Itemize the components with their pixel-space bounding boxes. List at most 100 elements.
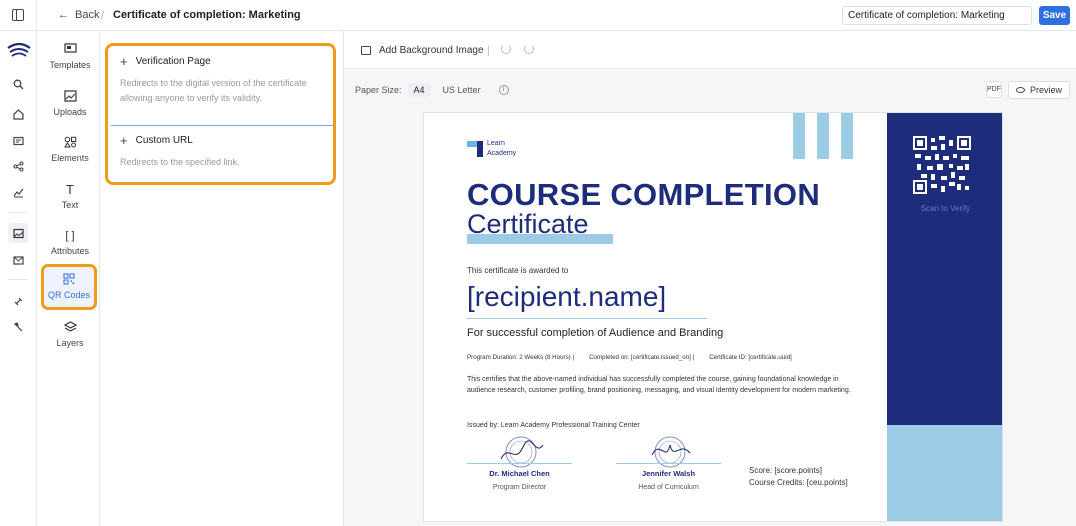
recipient-name[interactable]: [recipient.name]: [467, 281, 666, 313]
signatory-name: Jennifer Walsh: [641, 469, 696, 478]
paper-option-us-letter[interactable]: US Letter: [437, 83, 487, 97]
panel-toggle-icon[interactable]: [12, 9, 24, 21]
side-panel-light: [887, 425, 1002, 521]
add-background-button[interactable]: Add Background Image: [361, 45, 484, 56]
search-icon[interactable]: [10, 76, 26, 92]
top-bar-divider: [36, 0, 37, 31]
tool-text[interactable]: T Text: [41, 181, 99, 223]
brand-logo: [7, 42, 31, 57]
tool-label: Templates: [49, 60, 91, 70]
tool-label: Uploads: [53, 107, 87, 117]
tool-label: Text: [61, 200, 79, 210]
logo-line: Academy: [487, 150, 517, 157]
page-title: Certificate of completion: Marketing: [113, 9, 301, 21]
rail-divider: [8, 212, 28, 213]
top-bar: ← Back / Certificate of completion: Mark…: [0, 0, 1076, 31]
certificate-body[interactable]: This certifies that the above-named indi…: [467, 375, 867, 397]
awarded-text[interactable]: This certificate is awarded to: [467, 266, 568, 275]
uploads-icon: [62, 90, 78, 104]
tool-layers[interactable]: Layers: [41, 319, 99, 361]
tool-uploads[interactable]: Uploads: [41, 88, 99, 130]
canvas-toolbar: Add Background Image: [344, 31, 1076, 69]
paper-size-label: Paper Size:: [355, 85, 402, 95]
option-description: Redirects to the specified link.: [120, 157, 240, 167]
elements-icon: [62, 136, 78, 150]
score-block[interactable]: Score: [score.points] Course Credits: [c…: [749, 465, 848, 489]
meta-id: Certificate ID: [certificate.uuid]: [709, 354, 792, 361]
tool-elements[interactable]: Elements: [41, 134, 99, 176]
signature-line: [616, 463, 721, 464]
custom-url-option[interactable]: + Custom URL Redirects to the specified …: [111, 127, 333, 182]
preview-button[interactable]: Preview: [1008, 81, 1070, 99]
success-line[interactable]: For successful completion of Audience an…: [467, 327, 723, 339]
back-button[interactable]: ← Back: [58, 9, 99, 21]
plus-icon: +: [120, 53, 128, 69]
signature-line: [467, 463, 572, 464]
scan-to-verify-text: Scan to Verify: [920, 204, 971, 213]
home-icon[interactable]: [10, 106, 26, 122]
breadcrumb-separator: /: [101, 8, 105, 22]
add-background-label: Add Background Image: [379, 45, 484, 56]
signatory-role: Head of Curriculum: [638, 484, 699, 491]
option-title: Custom URL: [135, 135, 193, 146]
image-icon: [361, 46, 371, 55]
eye-icon: [1015, 87, 1025, 93]
network-icon[interactable]: [10, 158, 26, 174]
tools-panel: Templates Uploads Elements T Text [ ] At…: [37, 31, 136, 526]
toolbar-divider: [488, 45, 489, 56]
meta-duration: Program Duration: 2 Weeks (8 Hours) |: [467, 354, 575, 361]
verification-page-option[interactable]: + Verification Page Redirects to the dig…: [111, 48, 333, 126]
rail-divider: [8, 279, 28, 280]
undo-icon[interactable]: [501, 44, 511, 54]
canvas-area: Add Background Image Paper Size: A4 US L…: [344, 31, 1076, 526]
logo-line: Learn: [487, 140, 505, 147]
image-icon[interactable]: [8, 223, 28, 243]
meta-completed: Completed on: [certificate.issued_on] |: [589, 354, 695, 361]
signatory-name: Dr. Michael Chen: [489, 469, 550, 478]
option-description: Redirects to the digital version of the …: [120, 78, 307, 103]
integrations-icon[interactable]: [10, 293, 26, 309]
qr-code-image[interactable]: [913, 136, 971, 194]
score-text: Score: [score.points]: [749, 466, 822, 475]
tools-icon[interactable]: [10, 319, 26, 335]
paper-size-selector: Paper Size: A4 US Letter i: [355, 83, 509, 97]
decor-bar: [841, 113, 853, 159]
paper-option-a4[interactable]: A4: [407, 83, 431, 97]
decor-bar: [817, 113, 829, 159]
app-rail: [0, 31, 37, 526]
issued-by-text[interactable]: Issued by: Learn Academy Professional Tr…: [467, 422, 640, 429]
tool-attributes[interactable]: [ ] Attributes: [41, 227, 99, 269]
analytics-icon[interactable]: [10, 184, 26, 200]
certificate-canvas[interactable]: Scan to Verify Learn Academy COURSE COMP…: [423, 112, 1003, 522]
pdf-export-icon[interactable]: PDF: [986, 81, 1002, 98]
certificate-name-input[interactable]: [842, 6, 1032, 25]
qr-code-icon: [61, 273, 77, 287]
recipient-underline: [467, 318, 707, 319]
tool-label: Elements: [51, 153, 89, 163]
tool-templates[interactable]: Templates: [41, 41, 99, 83]
tool-qr-codes[interactable]: QR Codes: [41, 264, 97, 310]
signature-block[interactable]: Dr. Michael Chen Program Director: [467, 435, 577, 495]
plus-icon: +: [120, 132, 128, 148]
tool-label: Attributes: [50, 246, 90, 256]
mail-icon[interactable]: [10, 252, 26, 268]
courses-icon[interactable]: [10, 133, 26, 149]
qr-options-group: + Verification Page Redirects to the dig…: [105, 43, 336, 185]
qr-options-panel: + Verification Page Redirects to the dig…: [100, 31, 344, 526]
option-title: Verification Page: [135, 56, 211, 67]
certificate-meta[interactable]: Program Duration: 2 Weeks (8 Hours) | Co…: [467, 354, 792, 361]
info-icon[interactable]: i: [498, 85, 509, 95]
preview-label: Preview: [1029, 85, 1062, 95]
certificate-title[interactable]: COURSE COMPLETION: [467, 177, 820, 213]
certificate-subtitle[interactable]: Certificate: [467, 209, 589, 240]
signatory-role: Program Director: [492, 484, 547, 491]
decor-bar: [793, 113, 805, 159]
arrow-left-icon: ←: [58, 9, 69, 21]
redo-icon[interactable]: [524, 44, 534, 54]
tool-label: QR Codes: [47, 290, 91, 300]
tool-label: Layers: [56, 338, 84, 348]
credits-text: Course Credits: [ceu.points]: [749, 478, 848, 487]
signature-block[interactable]: Jennifer Walsh Head of Curriculum: [616, 435, 726, 495]
save-button[interactable]: Save: [1039, 6, 1070, 25]
text-icon: T: [66, 182, 74, 197]
